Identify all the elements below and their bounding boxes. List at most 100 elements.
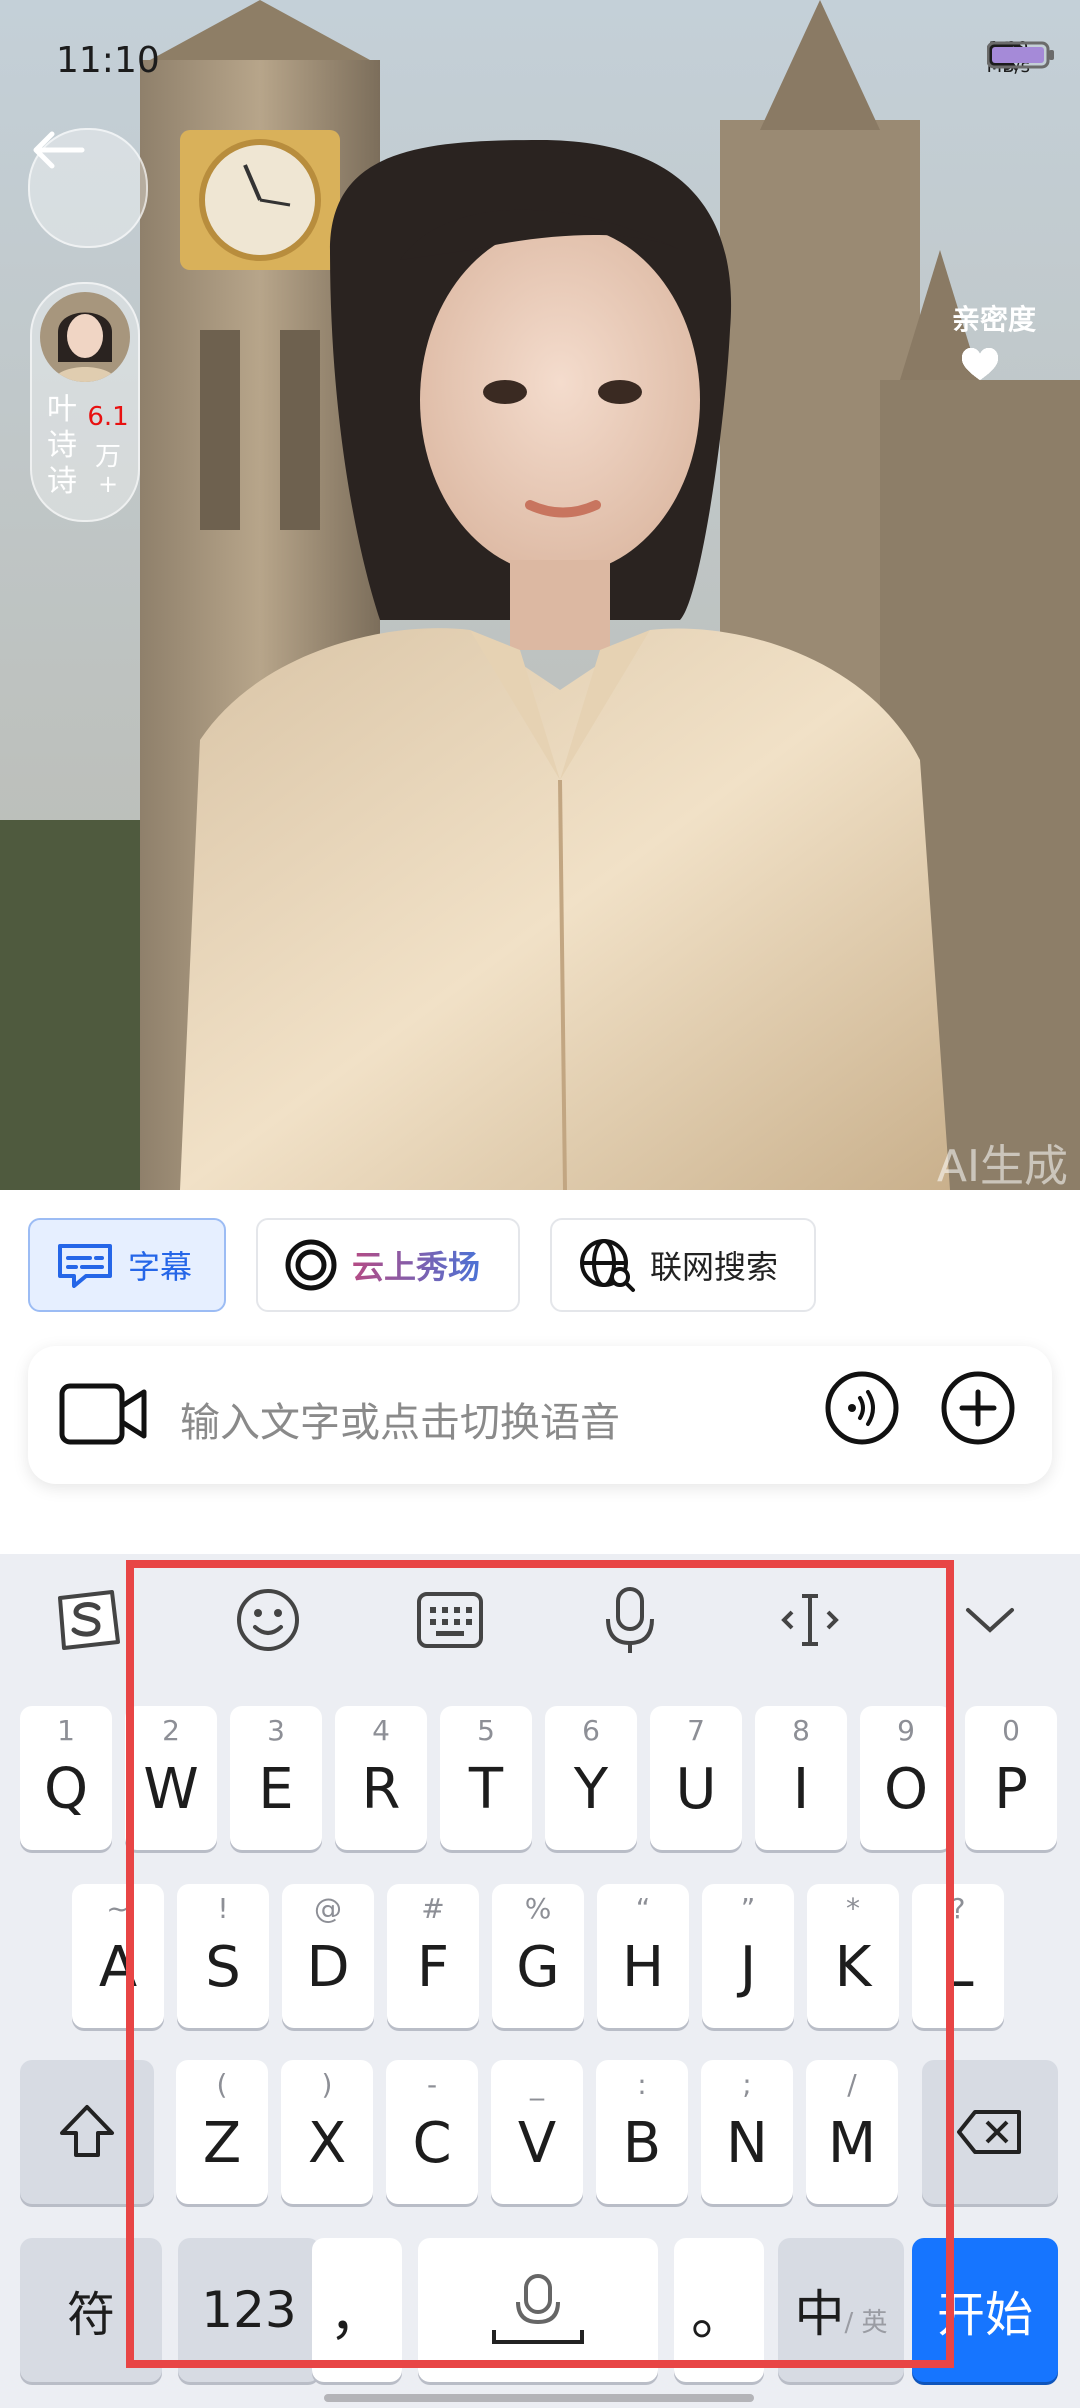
period-key-label: 。 (691, 2282, 747, 2348)
key-label: Q (43, 1756, 89, 1822)
letter-key[interactable]: 0P (965, 1706, 1057, 1850)
key-hint: “ (635, 1892, 651, 1925)
letter-key[interactable]: ” J (702, 1884, 794, 2028)
start-key[interactable]: 开始 (912, 2238, 1058, 2382)
letter-key[interactable]: ~ A (72, 1884, 164, 2028)
intimacy-label: 亲密度 (952, 303, 1037, 336)
status-bar: 11:10 1.00 MB/s (0, 0, 1080, 120)
cursor-move-button[interactable] (774, 1584, 846, 1656)
letter-key[interactable]: / M (806, 2060, 898, 2204)
space-key[interactable] (418, 2238, 658, 2382)
character-name-char: 诗 (47, 428, 77, 463)
language-main-label: 中 (794, 2285, 845, 2343)
key-label: J (739, 1934, 757, 2000)
letter-key[interactable]: 4R (335, 1706, 427, 1850)
home-indicator[interactable] (324, 2394, 754, 2402)
key-hint: 8 (792, 1714, 810, 1747)
shift-key[interactable] (20, 2060, 154, 2204)
letter-key[interactable]: :B (596, 2060, 688, 2204)
key-hint: * (846, 1892, 860, 1925)
follower-unit: 万 (94, 442, 121, 472)
chevron-down-icon (966, 1608, 1014, 1633)
key-label: Z (202, 2110, 242, 2176)
key-label: G (516, 1934, 560, 2000)
subtitles-chip[interactable]: 字幕 (28, 1218, 226, 1312)
voice-call-icon[interactable] (824, 1370, 900, 1446)
video-camera-icon[interactable] (58, 1382, 148, 1446)
follow-plus[interactable]: + (84, 470, 132, 498)
back-button[interactable] (28, 128, 148, 248)
key-label: P (994, 1756, 1028, 1822)
web-search-chip[interactable]: 联网搜索 (550, 1218, 816, 1312)
character-avatar[interactable] (40, 292, 130, 382)
language-toggle-key[interactable]: 中 / 英 (778, 2238, 904, 2382)
key-hint: 5 (477, 1714, 495, 1747)
letter-key[interactable]: 9O (860, 1706, 952, 1850)
key-label: I (792, 1756, 810, 1822)
voice-input-button[interactable] (594, 1584, 666, 1656)
letter-key[interactable]: * K (807, 1884, 899, 2028)
letter-key[interactable]: “H (597, 1884, 689, 2028)
letter-key[interactable]: 8I (755, 1706, 847, 1850)
key-label: K (834, 1934, 872, 2000)
letter-key[interactable]: ; N (701, 2060, 793, 2204)
key-hint: @ (314, 1892, 342, 1925)
hide-keyboard-button[interactable] (954, 1584, 1026, 1656)
letter-key[interactable]: 2W (125, 1706, 217, 1850)
backspace-key[interactable] (922, 2060, 1058, 2204)
key-label: S (205, 1934, 241, 2000)
letter-key[interactable]: -C (386, 2060, 478, 2204)
text-cursor-icon (781, 1594, 839, 1646)
letter-key[interactable]: # F (387, 1884, 479, 2028)
message-input-bar: 输入文字或点击切换语音 (28, 1346, 1052, 1484)
key-hint: 9 (897, 1714, 915, 1747)
key-label: M (827, 2110, 877, 2176)
key-hint: 4 (372, 1714, 390, 1747)
add-icon[interactable] (940, 1370, 1016, 1446)
key-label: Y (573, 1756, 609, 1822)
key-label: F (416, 1934, 450, 2000)
letter-key[interactable]: 7U (650, 1706, 742, 1850)
letter-key[interactable]: 5T (440, 1706, 532, 1850)
background-scene-image (0, 0, 1080, 1190)
letter-key[interactable]: _ V (491, 2060, 583, 2204)
status-time: 11:10 (56, 40, 160, 81)
keyboard-switch-button[interactable] (414, 1584, 486, 1656)
letter-key[interactable]: ) X (281, 2060, 373, 2204)
ring-icon (285, 1239, 337, 1291)
comma-key-label: ， (329, 2282, 385, 2348)
symbols-key[interactable]: 符 (20, 2238, 162, 2382)
key-hint: : (637, 2068, 647, 2101)
character-profile-pill[interactable]: 叶 诗 诗 6.1 万 + (30, 282, 140, 522)
language-alt-label: / 英 (844, 2307, 888, 2338)
sogou-logo-icon[interactable] (52, 1584, 124, 1656)
key-label: H (621, 1934, 665, 2000)
letter-key[interactable]: ! S (177, 1884, 269, 2028)
period-key[interactable]: 。 (674, 2238, 764, 2382)
letter-key[interactable]: 3E (230, 1706, 322, 1850)
key-label: A (98, 1934, 138, 2000)
key-hint: ~ (106, 1892, 130, 1925)
letter-key[interactable]: ? L (912, 1884, 1004, 2028)
letter-key[interactable]: % G (492, 1884, 584, 2028)
cloud-show-chip[interactable]: 云上秀场 (256, 1218, 520, 1312)
keyboard-toolbar (0, 1554, 1080, 1684)
letter-key[interactable]: @ D (282, 1884, 374, 2028)
key-label: N (726, 2110, 768, 2176)
numbers-key[interactable]: 123 (178, 2238, 320, 2382)
letter-key[interactable]: 6Y (545, 1706, 637, 1850)
key-hint: ) (321, 2068, 333, 2101)
emoji-button[interactable] (232, 1584, 304, 1656)
key-label: U (675, 1756, 717, 1822)
backspace-icon (957, 2110, 1021, 2154)
message-input[interactable]: 输入文字或点击切换语音 (180, 1390, 620, 1448)
key-label: L (942, 1934, 974, 2000)
subtitles-label: 字幕 (128, 1248, 193, 1286)
sogou-icon (58, 1590, 120, 1650)
key-hint: ? (950, 1892, 966, 1925)
comma-key[interactable]: ， (312, 2238, 402, 2382)
letter-key[interactable]: (Z (176, 2060, 268, 2204)
letter-key[interactable]: 1Q (20, 1706, 112, 1850)
key-hint: ! (217, 1892, 229, 1925)
cloud-show-label: 云上秀场 (352, 1242, 480, 1288)
